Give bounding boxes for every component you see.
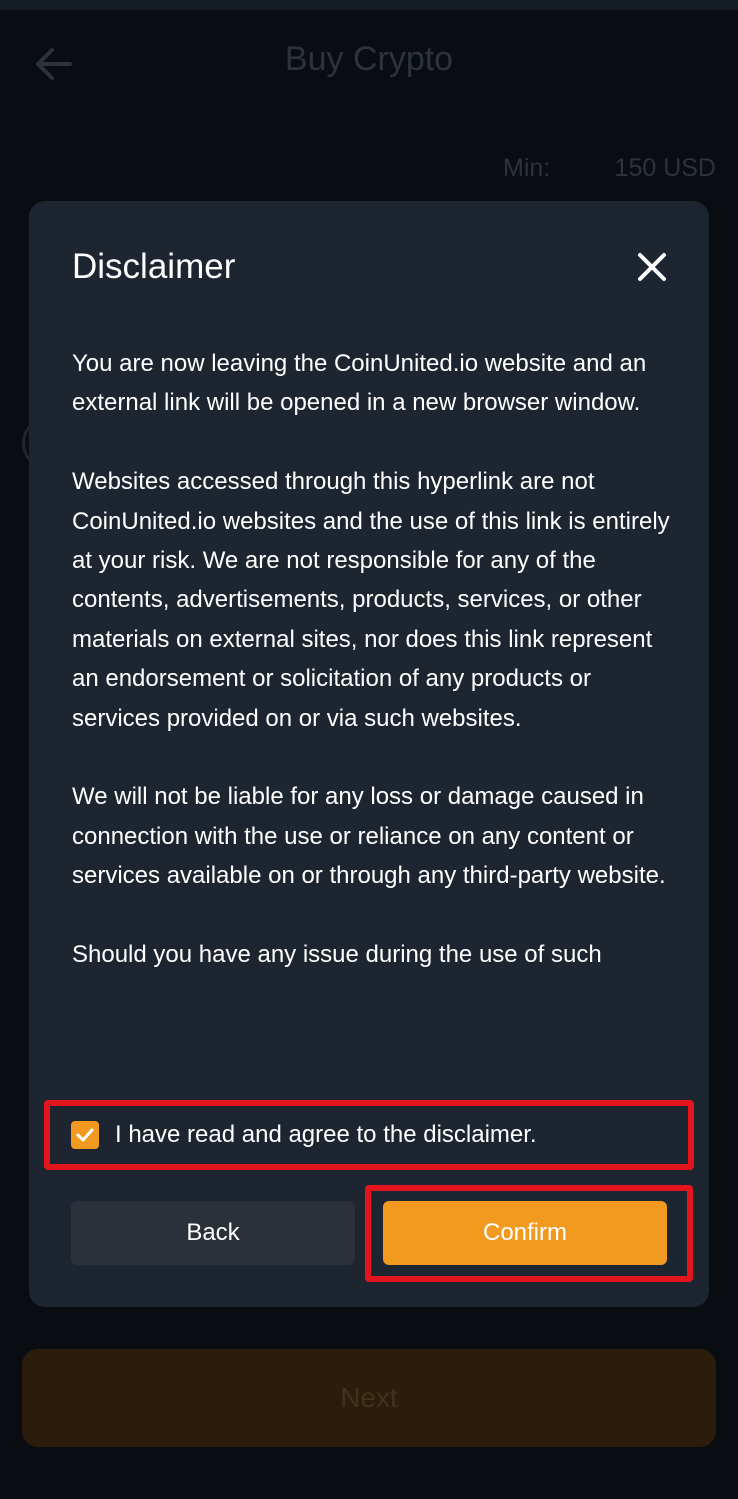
disclaimer-modal: Disclaimer You are now leaving the CoinU… bbox=[29, 201, 709, 1307]
disclaimer-text[interactable]: You are now leaving the CoinUnited.io we… bbox=[72, 344, 672, 1084]
disclaimer-paragraph: Websites accessed through this hyperlink… bbox=[72, 468, 670, 732]
modal-title: Disclaimer bbox=[72, 247, 236, 286]
back-button[interactable]: Back bbox=[71, 1201, 355, 1265]
disclaimer-paragraph: You are now leaving the CoinUnited.io we… bbox=[72, 350, 647, 417]
checkmark-icon bbox=[76, 1128, 94, 1142]
agree-label: I have read and agree to the disclaimer. bbox=[115, 1121, 537, 1148]
disclaimer-paragraph: We will not be liable for any loss or da… bbox=[72, 783, 666, 890]
disclaimer-paragraph: Should you have any issue during the use… bbox=[72, 941, 602, 969]
buy-crypto-screen: Buy Crypto Min: 150 USD Next Disclaimer … bbox=[0, 0, 738, 1499]
close-icon[interactable] bbox=[632, 247, 672, 287]
confirm-button[interactable]: Confirm bbox=[383, 1201, 667, 1265]
agree-checkbox-row[interactable]: I have read and agree to the disclaimer. bbox=[49, 1104, 685, 1166]
agree-checkbox[interactable] bbox=[71, 1121, 99, 1149]
